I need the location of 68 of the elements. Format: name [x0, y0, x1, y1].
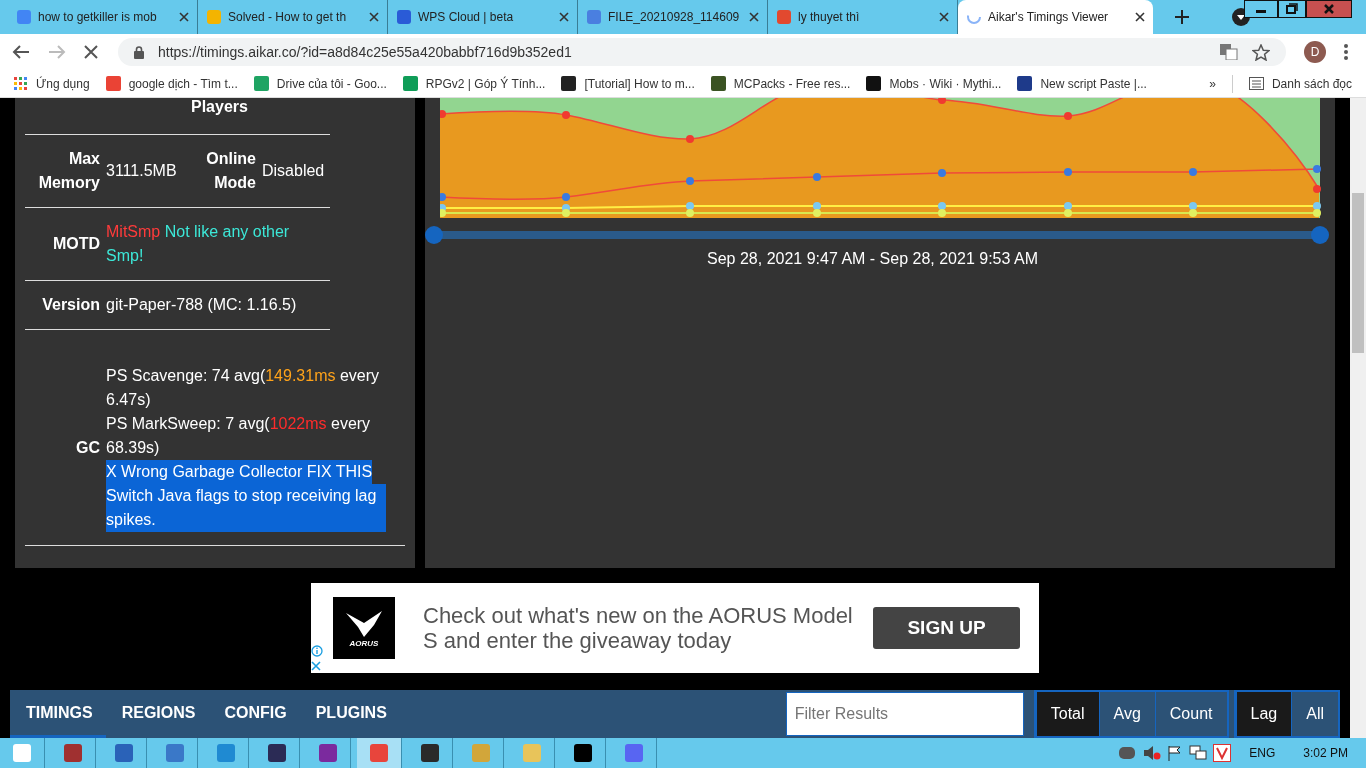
network-icon[interactable]: [1189, 745, 1208, 761]
restore-icon[interactable]: [1278, 0, 1306, 18]
reading-list[interactable]: Danh sách đọc: [1248, 76, 1352, 91]
warning-text: Switch Java flags to stop receiving lag spikes.: [106, 483, 386, 532]
ad-banner[interactable]: AORUS Check out what's new on the AORUS Model S and enter the giveaway today SIGN UP: [311, 583, 1039, 674]
back-icon[interactable]: [12, 44, 30, 60]
nav-tab[interactable]: PLUGINS: [299, 690, 400, 738]
filter-field[interactable]: Filter Results: [785, 692, 1024, 736]
bookmark[interactable]: RPGv2 | Góp Ý Tính...: [402, 76, 546, 91]
profile-avatar[interactable]: D: [1304, 41, 1326, 63]
bookmark[interactable]: MCPacks - Free res...: [710, 76, 851, 91]
bookmark[interactable]: Ứng dụng: [14, 76, 90, 91]
mode-button[interactable]: Total: [1035, 692, 1099, 736]
close-icon[interactable]: [559, 12, 569, 22]
bookmark[interactable]: google dịch - Tìm t...: [105, 76, 238, 91]
translate-icon[interactable]: [1220, 44, 1238, 60]
address-bar[interactable]: https://timings.aikar.co/?id=a8d84c25e55a420babbf716d9b352ed1: [118, 38, 1286, 66]
sign-up-button[interactable]: SIGN UP: [873, 607, 1020, 650]
field-label: Version: [41, 295, 101, 315]
stop-icon[interactable]: [84, 45, 98, 59]
slider-handle[interactable]: [425, 226, 443, 244]
field-value: git-Paper-788 (MC: 1.16.5): [106, 295, 297, 315]
mode-button[interactable]: Lag: [1235, 692, 1292, 736]
brand-logo: AORUS: [333, 597, 395, 660]
new-tab-icon[interactable]: [1175, 10, 1189, 24]
close-icon[interactable]: [1135, 12, 1145, 22]
clock[interactable]: 3:02 PM: [1303, 746, 1348, 760]
bookmark[interactable]: [Tutorial] How to m...: [561, 76, 695, 91]
menu-icon[interactable]: [1344, 44, 1348, 60]
field-value: 3111.5MB: [106, 161, 178, 181]
slider-handle[interactable]: [1311, 226, 1329, 244]
close-icon[interactable]: [749, 12, 759, 22]
mode-button[interactable]: All: [1291, 692, 1338, 736]
ad-headline: Check out what's new on the AORUS Model S and enter the giveaway today: [423, 603, 853, 654]
more-bookmarks[interactable]: »: [1209, 76, 1216, 91]
bookmark[interactable]: Drive của tôi - Goo...: [253, 76, 387, 91]
nav-tab[interactable]: REGIONS: [105, 690, 209, 738]
apps-grid-icon: [14, 76, 28, 91]
lock-icon: [134, 45, 144, 59]
range-slider[interactable]: [425, 226, 1329, 244]
browser-tab[interactable]: Aikar's Timings Viewer: [958, 0, 1153, 34]
star-icon[interactable]: [1252, 43, 1270, 61]
field-label: Max Memory: [37, 149, 101, 193]
mode-button[interactable]: Avg: [1098, 692, 1155, 736]
reading-list-icon: [1248, 77, 1264, 90]
close-icon[interactable]: [179, 12, 189, 22]
info-icon[interactable]: [311, 645, 323, 658]
bookmark[interactable]: New script Paste |...: [1017, 76, 1147, 91]
close-icon[interactable]: [369, 12, 379, 22]
gc-stat: PS MarkSweep: 7 avg(1022ms every 68.39s): [106, 413, 372, 458]
language-indicator[interactable]: ENG: [1249, 746, 1276, 760]
motd-text: MitSmp Not like any other Smp!: [106, 222, 291, 266]
minimize-icon[interactable]: [1244, 0, 1278, 18]
mode-button[interactable]: Count: [1154, 692, 1227, 736]
time-range-label: Sep 28, 2021 9:47 AM - Sep 28, 2021 9:53 AM: [707, 250, 1038, 268]
close-icon[interactable]: [939, 12, 949, 22]
muted-speaker-icon[interactable]: [1143, 745, 1162, 761]
warning-text: X Wrong Garbage Collector FIX THIS: [106, 459, 373, 484]
field-label: Online Mode: [205, 149, 257, 193]
field-label: GC: [75, 437, 101, 458]
field-value: Disabled: [262, 161, 325, 181]
nav-tab[interactable]: CONFIG: [208, 690, 300, 738]
scrollbar[interactable]: [1350, 98, 1366, 738]
app-tray-icon[interactable]: [1213, 744, 1232, 762]
field-label: MOTD: [51, 234, 101, 254]
players-label: Players: [191, 98, 248, 116]
gc-stat: PS Scavenge: 74 avg(149.31ms every 6.47s): [106, 365, 381, 410]
bookmark[interactable]: Mobs · Wiki · Mythi...: [866, 76, 1002, 91]
